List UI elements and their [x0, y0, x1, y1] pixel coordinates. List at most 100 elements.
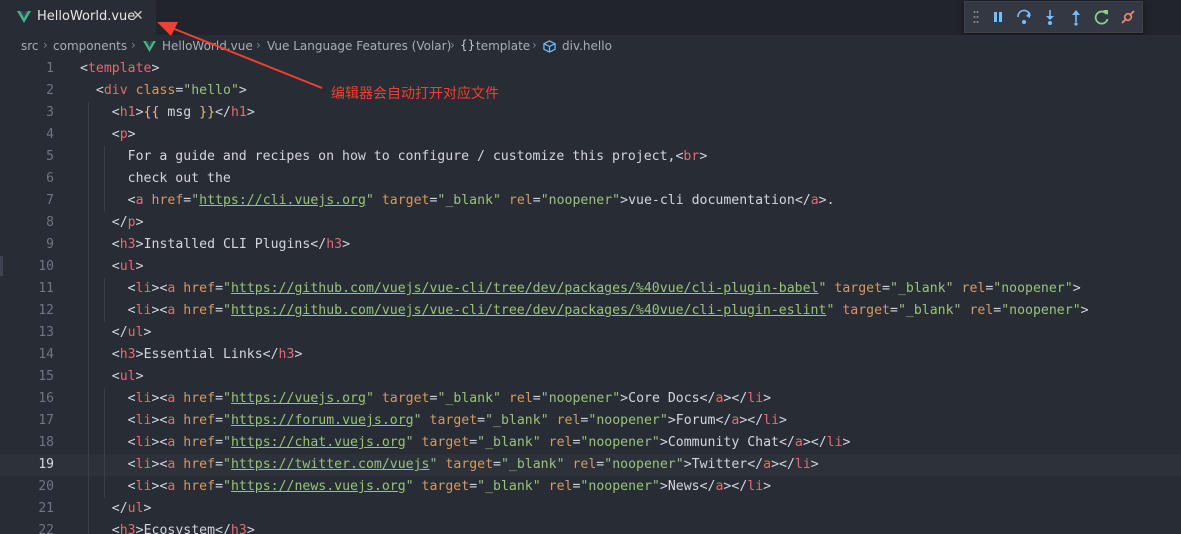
breadcrumb-item-template[interactable]: template: [476, 39, 530, 53]
code-text: </ul>: [111, 325, 152, 340]
code-line[interactable]: 21 </ul>: [0, 498, 1181, 520]
code-line[interactable]: 12 <li><a href="https://github.com/vuejs…: [0, 300, 1181, 322]
line-number: 12: [38, 303, 54, 318]
breadcrumb-item-src[interactable]: src: [21, 39, 39, 53]
breadcrumb: src › components › HelloWorld.vue › Vue …: [0, 35, 1181, 58]
line-number: 19: [38, 457, 54, 472]
code-line[interactable]: 7 <a href="https://cli.vuejs.org" target…: [0, 190, 1181, 212]
code-line[interactable]: 18 <li><a href="https://chat.vuejs.org" …: [0, 432, 1181, 454]
code-text: For a guide and recipes on how to config…: [80, 149, 708, 164]
code-line[interactable]: 13 </ul>: [0, 322, 1181, 344]
indent-guide: [88, 124, 89, 146]
code-text: check out the: [80, 171, 231, 186]
indent-guide: [104, 388, 105, 410]
code-line[interactable]: 17 <li><a href="https://forum.vuejs.org"…: [0, 410, 1181, 432]
code-line[interactable]: 15 <ul>: [0, 366, 1181, 388]
code-text: <ul>: [111, 369, 144, 384]
code-line[interactable]: 6 check out the: [0, 168, 1181, 190]
indent-guide: [88, 366, 89, 388]
pause-icon[interactable]: [989, 8, 1007, 26]
code-text: <li><a href="https://chat.vuejs.org" tar…: [127, 435, 851, 450]
indent-guide: [88, 410, 89, 432]
chevron-right-icon: ›: [43, 38, 48, 52]
line-number: 22: [38, 523, 54, 534]
indent-guide: [88, 520, 89, 534]
indent-guide: [88, 322, 89, 344]
debug-toolbar: [964, 1, 1143, 33]
code-line[interactable]: 10 <ul>: [0, 256, 1181, 278]
disconnect-icon[interactable]: [1119, 8, 1137, 26]
chevron-right-icon: ›: [131, 38, 136, 52]
code-text: <h3>Essential Links</h3>: [111, 347, 303, 362]
chevron-right-icon: ›: [256, 38, 261, 52]
indent-guide: [88, 102, 89, 124]
code-line[interactable]: 5 For a guide and recipes on how to conf…: [0, 146, 1181, 168]
scroll-marker: [0, 256, 3, 276]
indent-guide: [88, 278, 89, 300]
code-line[interactable]: 11 <li><a href="https://github.com/vuejs…: [0, 278, 1181, 300]
code-line[interactable]: 14 <h3>Essential Links</h3>: [0, 344, 1181, 366]
step-out-icon[interactable]: [1067, 8, 1085, 26]
indent-guide: [104, 432, 105, 454]
code-text: <h3>Ecosystem</h3>: [111, 523, 255, 534]
line-number: 16: [38, 391, 54, 406]
code-text: </p>: [111, 215, 144, 230]
indent-guide: [104, 278, 105, 300]
tab-helloworld-vue[interactable]: HelloWorld.vue ✕: [0, 0, 156, 35]
line-number: 2: [46, 83, 54, 98]
indent-guide: [88, 256, 89, 278]
chevron-right-icon: ›: [532, 38, 537, 52]
indent-guide: [88, 234, 89, 256]
braces-icon: {}: [460, 38, 476, 52]
close-icon[interactable]: ✕: [132, 8, 144, 24]
code-line[interactable]: 20 <li><a href="https://news.vuejs.org" …: [0, 476, 1181, 498]
code-editor[interactable]: 1 <template> 2 <div class="hello"> 3 <h1>{{…: [0, 58, 1181, 534]
code-line[interactable]: 2 <div class="hello">: [0, 80, 1181, 102]
line-number: 18: [38, 435, 54, 450]
code-text: <li><a href="https://github.com/vuejs/vu…: [127, 303, 1089, 318]
code-line[interactable]: 9 <h3>Installed CLI Plugins</h3>: [0, 234, 1181, 256]
indent-guide: [104, 168, 105, 190]
indent-guide: [104, 300, 105, 322]
code-line[interactable]: 8 </p>: [0, 212, 1181, 234]
line-number: 8: [46, 215, 54, 230]
drag-grip-icon[interactable]: [973, 10, 979, 24]
breadcrumb-item-div-hello[interactable]: div.hello: [562, 39, 612, 53]
code-line[interactable]: 22 <h3>Ecosystem</h3>: [0, 520, 1181, 534]
code-line[interactable]: 4 <p>: [0, 124, 1181, 146]
line-number: 20: [38, 479, 54, 494]
cube-icon: [543, 40, 556, 53]
step-into-icon[interactable]: [1041, 8, 1059, 26]
indent-guide: [88, 498, 89, 520]
indent-guide: [104, 146, 105, 168]
chevron-right-icon: ›: [450, 38, 455, 52]
breadcrumb-item-file[interactable]: HelloWorld.vue: [162, 39, 253, 53]
breadcrumb-item-components[interactable]: components: [53, 39, 127, 53]
vue-logo-icon: [143, 41, 156, 52]
code-text: <li><a href="https://forum.vuejs.org" ta…: [127, 413, 787, 428]
code-text: <a href="https://cli.vuejs.org" target="…: [127, 193, 835, 208]
line-number: 13: [38, 325, 54, 340]
indent-guide: [88, 344, 89, 366]
line-number: 3: [46, 105, 54, 120]
code-text: <li><a href="https://twitter.com/vuejs" …: [127, 457, 819, 472]
code-line[interactable]: 1 <template>: [0, 58, 1181, 80]
line-number: 1: [46, 61, 54, 76]
line-number: 14: [38, 347, 54, 362]
step-over-icon[interactable]: [1015, 8, 1033, 26]
code-line[interactable]: 3 <h1>{{ msg }}</h1>: [0, 102, 1181, 124]
code-line[interactable]: 19 <li><a href="https://twitter.com/vuej…: [0, 454, 1181, 476]
line-number: 11: [38, 281, 54, 296]
line-number: 17: [38, 413, 54, 428]
tab-label: HelloWorld.vue: [37, 9, 136, 24]
code-text: <h3>Installed CLI Plugins</h3>: [111, 237, 351, 252]
code-text: <h1>{{ msg }}</h1>: [111, 105, 255, 120]
code-text: <div class="hello">: [95, 83, 247, 98]
code-line[interactable]: 16 <li><a href="https://vuejs.org" targe…: [0, 388, 1181, 410]
indent-guide: [88, 388, 89, 410]
restart-icon[interactable]: [1093, 8, 1111, 26]
line-number: 4: [46, 127, 54, 142]
indent-guide: [88, 300, 89, 322]
breadcrumb-item-language[interactable]: Vue Language Features (Volar): [267, 39, 451, 53]
line-number: 7: [46, 193, 54, 208]
